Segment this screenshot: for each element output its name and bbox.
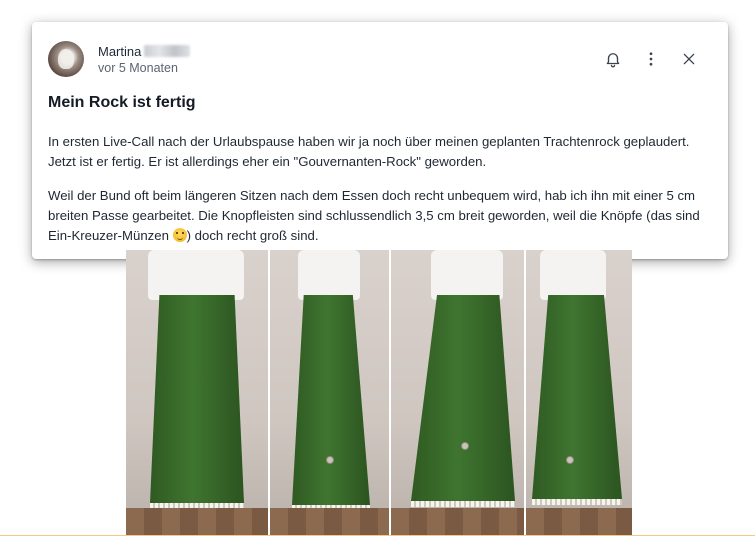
post-header: Martina vor 5 Monaten — [48, 41, 191, 77]
wood-floor — [526, 508, 632, 536]
close-icon[interactable] — [680, 50, 698, 68]
white-top — [148, 250, 244, 300]
skirt-photo-collage[interactable] — [126, 250, 632, 536]
avatar[interactable] — [48, 41, 84, 77]
photo-front-view[interactable] — [126, 250, 268, 536]
post-timestamp: vor 5 Monaten — [98, 60, 178, 75]
post-card: Martina vor 5 Monaten Mein Rock ist fert… — [32, 22, 728, 259]
green-skirt — [532, 295, 622, 499]
lace-hem — [411, 501, 515, 507]
smiling-face-emoji-icon — [172, 228, 187, 242]
photo-side-back-view[interactable] — [526, 250, 632, 536]
green-skirt — [292, 295, 370, 505]
coin-button — [566, 456, 574, 464]
bell-icon[interactable] — [604, 50, 622, 68]
photo-back-angle-view[interactable] — [391, 250, 524, 536]
coin-button — [326, 456, 334, 464]
coin-button — [461, 442, 469, 450]
white-top — [540, 250, 606, 300]
white-top — [298, 250, 360, 300]
paragraph-2-text-start: Weil der Bund oft beim längeren Sitzen n… — [48, 188, 700, 243]
author-name[interactable]: Martina — [98, 44, 191, 59]
blurred-last-name — [144, 45, 191, 57]
author-first-name[interactable]: Martina — [98, 44, 141, 59]
lace-hem — [532, 499, 622, 505]
green-skirt — [411, 295, 515, 501]
post-paragraph-2: Weil der Bund oft beim längeren Sitzen n… — [48, 186, 708, 246]
white-top — [431, 250, 503, 300]
wood-floor — [126, 508, 268, 536]
post-paragraph-1: In ersten Live-Call nach der Urlaubspaus… — [48, 134, 690, 169]
post-actions — [604, 50, 698, 68]
green-skirt — [150, 295, 244, 503]
paragraph-2-text-end: ) doch recht groß sind. — [186, 228, 319, 243]
wood-floor — [391, 508, 524, 536]
author-block: Martina vor 5 Monaten — [98, 44, 191, 75]
photo-side-view[interactable] — [270, 250, 389, 536]
post-title: Mein Rock ist fertig — [48, 94, 196, 111]
more-vertical-icon[interactable] — [642, 50, 660, 68]
wood-floor — [270, 508, 389, 536]
